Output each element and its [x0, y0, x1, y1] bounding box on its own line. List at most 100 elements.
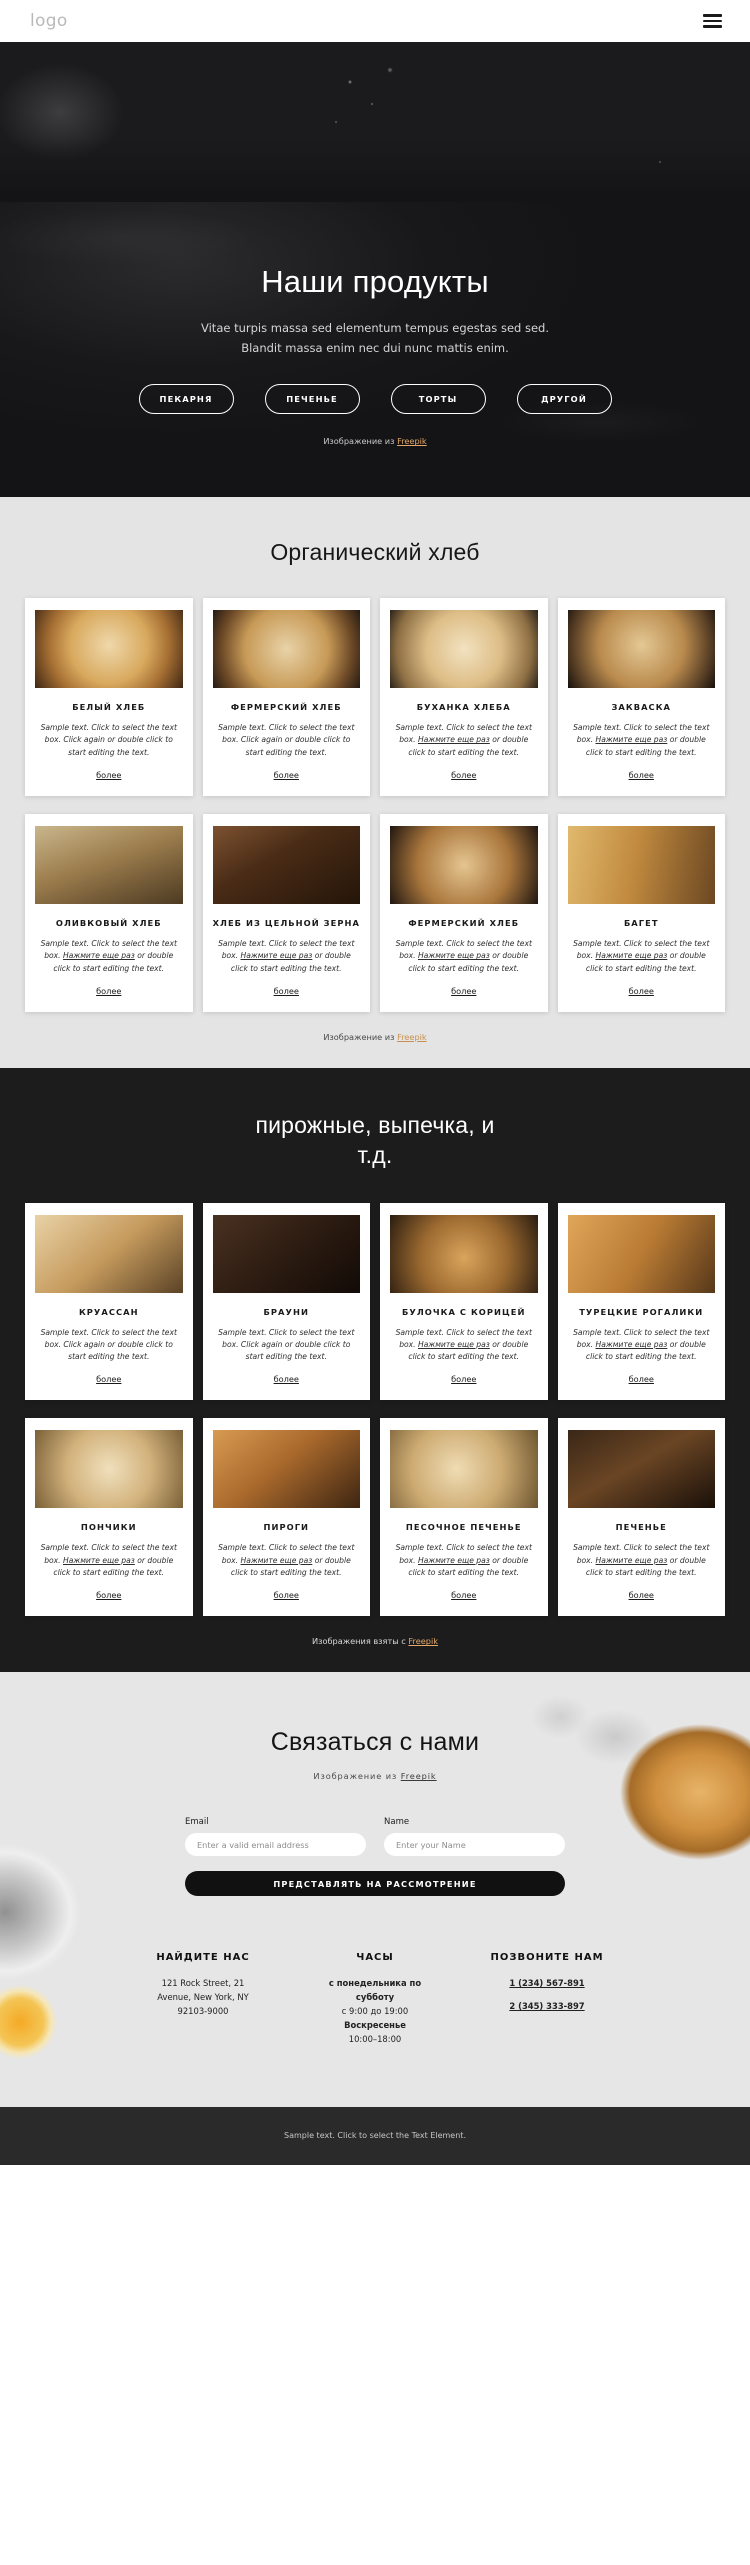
- pastry-credit-prefix: Изображения взяты с: [311, 1636, 409, 1647]
- phone-number[interactable]: 2 (345) 333-897: [487, 2000, 607, 2014]
- product-card[interactable]: ПОНЧИКИ Sample text. Click to select the …: [25, 1418, 193, 1617]
- product-more-link[interactable]: более: [96, 1374, 121, 1384]
- bread-image-credit: Изображение из Freepik: [0, 1032, 750, 1042]
- category-button-cakes[interactable]: ТОРТЫ: [390, 384, 486, 415]
- contact-info-column: ЧАСЫ с понедельника по субботу с 9:00 до 1…: [315, 1951, 435, 2046]
- contact-info-heading: НАЙДИТЕ НАС: [156, 1952, 250, 1964]
- contact-info-line: 92103-9000: [177, 2006, 229, 2017]
- bread-credit-link[interactable]: Freepik: [397, 1032, 427, 1042]
- hero-credit-prefix: Изображение из: [323, 436, 398, 447]
- contact-info-line: 121 Rock Street, 21: [161, 1978, 245, 1989]
- footer-text[interactable]: Sample text. Click to select the Text El…: [284, 2131, 466, 2140]
- name-input[interactable]: [384, 1833, 565, 1857]
- product-more-link[interactable]: более: [629, 986, 654, 996]
- product-description-link[interactable]: Нажмите еще раз: [418, 735, 490, 744]
- product-description-link[interactable]: Нажмите еще раз: [418, 1556, 490, 1565]
- product-image: [212, 610, 360, 688]
- product-title: ПОНЧИКИ: [80, 1522, 137, 1533]
- product-description-link[interactable]: Нажмите еще раз: [596, 735, 668, 744]
- product-title: ЗАКВАСКА: [611, 702, 672, 712]
- hero-credit-link[interactable]: Freepik: [397, 436, 427, 446]
- product-description: Sample text. Click to select the text bo…: [218, 938, 355, 973]
- category-button-cookies[interactable]: ПЕЧЕНЬЕ: [264, 384, 360, 415]
- product-description-link[interactable]: Нажмите еще раз: [418, 951, 490, 960]
- product-image: [390, 1214, 538, 1293]
- email-input[interactable]: [185, 1833, 366, 1857]
- product-title: БРАУНИ: [263, 1306, 309, 1317]
- product-card[interactable]: ПЕЧЕНЬЕ Sample text. Click to select the …: [557, 1418, 725, 1617]
- product-title: КРУАССАН: [78, 1306, 139, 1317]
- product-card[interactable]: БАГЕТ Sample text. Click to select the te…: [557, 813, 725, 1012]
- product-description: Sample text. Click to select the text bo…: [573, 1543, 710, 1578]
- product-description-link[interactable]: Нажмите еще раз: [596, 951, 668, 960]
- pastry-image-credit: Изображения взяты с Freepik: [0, 1636, 750, 1646]
- product-more-link[interactable]: более: [274, 1374, 299, 1384]
- product-card[interactable]: ТУРЕЦКИЕ РОГАЛИКИ Sample text. Click to s…: [557, 1202, 725, 1401]
- pastry-grid-row-2: ПОНЧИКИ Sample text. Click to select the …: [0, 1418, 750, 1617]
- submit-button[interactable]: ПРЕДСТАВЛЯТЬ НА РАССМОТРЕНИЕ: [185, 1871, 565, 1897]
- product-more-link[interactable]: более: [451, 1374, 476, 1384]
- bread-grid-row-2: ОЛИВКОВЫЙ ХЛЕБ Sample text. Click to sele…: [0, 813, 750, 1012]
- hamburger-icon[interactable]: [703, 14, 722, 28]
- product-card[interactable]: ФЕРМЕРСКИЙ ХЛЕБ Sample text. Click to sel…: [380, 813, 548, 1012]
- product-image: [35, 1214, 183, 1293]
- site-logo[interactable]: logo: [30, 11, 68, 31]
- product-image: [567, 1214, 715, 1293]
- product-title: ТУРЕЦКИЕ РОГАЛИКИ: [579, 1306, 704, 1317]
- product-image: [212, 825, 360, 904]
- contact-info-line: Avenue, New York, NY: [157, 1992, 249, 2003]
- contact-info-line: с понедельника по субботу: [328, 1978, 422, 2003]
- pastry-credit-link[interactable]: Freepik: [408, 1636, 438, 1646]
- contact-info-column: ПОЗВОНИТЕ НАМ 1 (234) 567-891 2 (345) 333-…: [487, 1951, 607, 2046]
- product-image: [390, 610, 538, 688]
- product-description: Sample text. Click to select the text bo…: [395, 1543, 532, 1578]
- product-description-link[interactable]: Нажмите еще раз: [63, 1556, 135, 1565]
- product-more-link[interactable]: более: [451, 986, 476, 996]
- product-card[interactable]: БРАУНИ Sample text. Click to select the t…: [202, 1202, 370, 1401]
- product-more-link[interactable]: более: [274, 986, 299, 996]
- product-card[interactable]: БУЛОЧКА С КОРИЦЕЙ Sample text. Click to s…: [380, 1202, 548, 1401]
- product-description-link[interactable]: Нажмите еще раз: [241, 1556, 313, 1565]
- product-more-link[interactable]: более: [629, 770, 654, 780]
- contact-credit-link[interactable]: Freepik: [401, 1771, 437, 1781]
- product-more-link[interactable]: более: [451, 770, 476, 780]
- product-card[interactable]: БУХАНКА ХЛЕБА Sample text. Click to selec…: [380, 598, 548, 796]
- bread-credit-prefix: Изображение из: [323, 1031, 398, 1042]
- product-image: [567, 825, 715, 904]
- category-button-bakery[interactable]: ПЕКАРНЯ: [138, 384, 234, 415]
- contact-info-heading: ЧАСЫ: [356, 1952, 394, 1964]
- product-card[interactable]: ПИРОГИ Sample text. Click to select the t…: [202, 1418, 370, 1617]
- product-description-link[interactable]: Нажмите еще раз: [63, 951, 135, 960]
- product-more-link[interactable]: более: [629, 1590, 654, 1600]
- pastry-section-title: пирожные, выпечка, и т.д.: [0, 1110, 750, 1171]
- product-description-link[interactable]: Нажмите еще раз: [418, 1340, 490, 1349]
- hero-title: Наши продукты: [261, 264, 489, 299]
- product-title: ФЕРМЕРСКИЙ ХЛЕБ: [230, 702, 342, 712]
- pastry-grid-row-1: КРУАССАН Sample text. Click to select the…: [0, 1202, 750, 1401]
- product-card[interactable]: ПЕСОЧНОЕ ПЕЧЕНЬЕ Sample text. Click to se…: [380, 1418, 548, 1617]
- product-description-link[interactable]: Нажмите еще раз: [241, 951, 313, 960]
- product-more-link[interactable]: более: [274, 1590, 299, 1600]
- product-description-link[interactable]: Нажмите еще раз: [596, 1556, 668, 1565]
- product-card[interactable]: ЗАКВАСКА Sample text. Click to select the…: [557, 598, 725, 796]
- contact-info-column: НАЙДИТЕ НАС 121 Rock Street, 21 Avenue, Ne…: [143, 1951, 263, 2046]
- product-card[interactable]: ХЛЕБ ИЗ ЦЕЛЬНОЙ ЗЕРНА Sample text. Click …: [202, 813, 370, 1012]
- product-image: [390, 1430, 538, 1509]
- product-image: [212, 1214, 360, 1293]
- product-more-link[interactable]: более: [451, 1590, 476, 1600]
- product-title: БУХАНКА ХЛЕБА: [416, 702, 511, 712]
- product-more-link[interactable]: более: [96, 1590, 121, 1600]
- phone-number[interactable]: 1 (234) 567-891: [487, 1977, 607, 1991]
- product-more-link[interactable]: более: [274, 770, 299, 780]
- product-more-link[interactable]: более: [96, 986, 121, 996]
- product-more-link[interactable]: более: [629, 1374, 654, 1384]
- contact-info-line: Воскресенье: [344, 2019, 406, 2030]
- product-card[interactable]: БЕЛЫЙ ХЛЕБ Sample text. Click to select t…: [25, 598, 193, 796]
- category-button-other[interactable]: ДРУГОЙ: [516, 384, 612, 415]
- product-more-link[interactable]: более: [96, 770, 121, 780]
- product-card[interactable]: ФЕРМЕРСКИЙ ХЛЕБ Sample text. Click to sel…: [202, 598, 370, 796]
- product-description-link[interactable]: Нажмите еще раз: [596, 1340, 668, 1349]
- product-card[interactable]: КРУАССАН Sample text. Click to select the…: [25, 1202, 193, 1401]
- product-description: Sample text. Click to select the text bo…: [573, 1327, 710, 1362]
- product-card[interactable]: ОЛИВКОВЫЙ ХЛЕБ Sample text. Click to sele…: [25, 813, 193, 1012]
